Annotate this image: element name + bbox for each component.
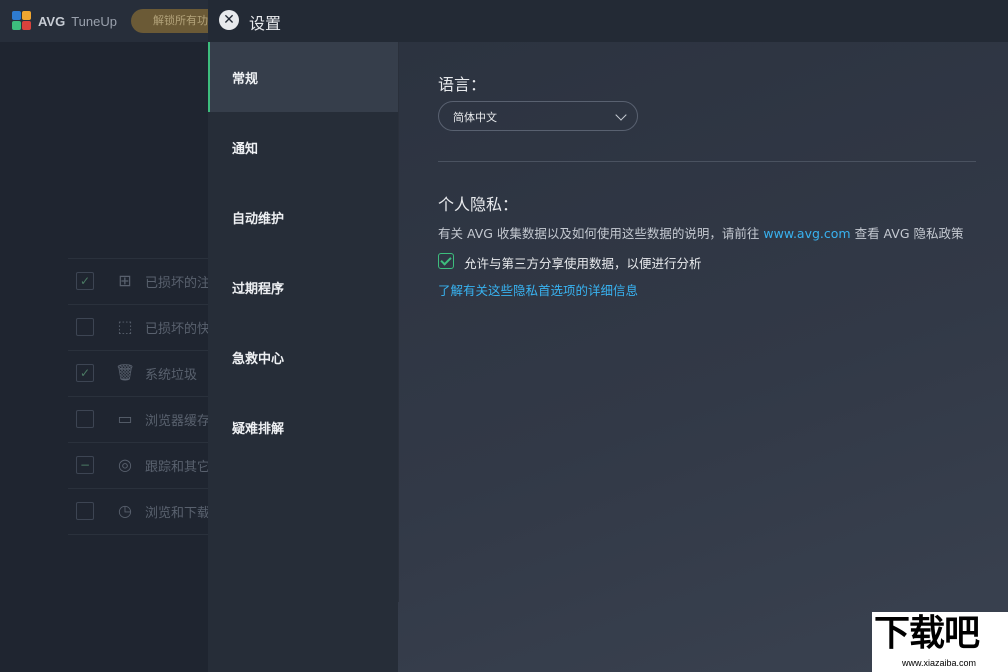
watermark-logo-text: 下载吧 bbox=[874, 613, 980, 654]
logo-product: TuneUp bbox=[71, 13, 117, 29]
logo-brand: AVG bbox=[38, 13, 66, 29]
item-label: 浏览器缓存 bbox=[145, 414, 211, 429]
list-item[interactable]: ✓ ⊞ 已损坏的注 bbox=[68, 258, 218, 305]
language-heading: 语言： bbox=[438, 75, 487, 94]
history-icon: ◷ bbox=[118, 501, 132, 520]
avg-logo: AVG TuneUp bbox=[12, 11, 117, 31]
item-checkbox[interactable]: − bbox=[76, 456, 94, 474]
list-item[interactable]: ✓ 🗑 系统垃圾 bbox=[68, 351, 218, 397]
background-cleanup-list: ✓ ⊞ 已损坏的注 ⬚ 已损坏的快 ✓ 🗑 系统垃圾 ▭ 浏览器缓存 − ◎ 跟… bbox=[68, 258, 218, 535]
sidebar-item-outdated-programs[interactable]: 过期程序 bbox=[208, 252, 398, 322]
item-checkbox[interactable] bbox=[76, 410, 94, 428]
settings-sidebar: 常规 通知 自动维护 过期程序 急救中心 疑难排解 bbox=[208, 42, 398, 672]
shortcut-icon: ⬚ bbox=[117, 317, 133, 336]
privacy-description: 有关 AVG 收集数据以及如何使用这些数据的说明，请前往 www.avg.com… bbox=[438, 223, 964, 242]
item-label: 已损坏的快 bbox=[145, 322, 211, 337]
browser-icon: ▭ bbox=[117, 409, 133, 428]
section-divider bbox=[438, 161, 976, 162]
privacy-heading: 个人隐私： bbox=[438, 195, 519, 214]
language-select-value: 简体中文 bbox=[453, 111, 497, 124]
list-item[interactable]: − ◎ 跟踪和其它 bbox=[68, 443, 218, 489]
sidebar-item-label: 疑难排解 bbox=[232, 422, 285, 437]
sidebar-item-auto-maintenance[interactable]: 自动维护 bbox=[208, 182, 398, 252]
content-divider bbox=[398, 42, 399, 602]
sidebar-item-troubleshooting[interactable]: 疑难排解 bbox=[208, 392, 398, 462]
item-label: 已损坏的注 bbox=[145, 276, 211, 291]
language-select[interactable]: 简体中文 bbox=[438, 101, 638, 131]
close-icon[interactable]: ✕ bbox=[219, 10, 239, 30]
chevron-down-icon bbox=[615, 109, 627, 121]
settings-title: 设置 bbox=[249, 14, 282, 33]
list-item[interactable]: ⬚ 已损坏的快 bbox=[68, 305, 218, 351]
privacy-desc-suffix: 查看 AVG 隐私政策 bbox=[850, 226, 964, 241]
item-label: 浏览和下载 bbox=[145, 506, 211, 521]
sidebar-item-label: 自动维护 bbox=[232, 212, 285, 227]
list-item[interactable]: ▭ 浏览器缓存 bbox=[68, 397, 218, 443]
avg-logo-icon bbox=[12, 11, 32, 31]
privacy-desc-prefix: 有关 AVG 收集数据以及如何使用这些数据的说明，请前往 bbox=[438, 226, 764, 241]
trash-icon: 🗑 bbox=[115, 363, 136, 382]
item-checkbox[interactable]: ✓ bbox=[76, 272, 94, 290]
privacy-details-link[interactable]: 了解有关这些隐私首选项的详细信息 bbox=[438, 280, 638, 299]
sidebar-item-general[interactable]: 常规 bbox=[208, 42, 398, 112]
item-checkbox[interactable] bbox=[76, 318, 94, 336]
settings-content-general: 语言： 简体中文 个人隐私： 有关 AVG 收集数据以及如何使用这些数据的说明，… bbox=[398, 42, 1008, 672]
target-icon: ◎ bbox=[118, 455, 132, 474]
apps-icon: ⊞ bbox=[118, 271, 132, 290]
sidebar-item-rescue-center[interactable]: 急救中心 bbox=[208, 322, 398, 392]
item-checkbox[interactable] bbox=[76, 502, 94, 520]
data-sharing-label[interactable]: 允许与第三方分享使用数据，以便进行分析 bbox=[464, 253, 702, 272]
sidebar-item-label: 通知 bbox=[232, 142, 259, 157]
list-item[interactable]: ◷ 浏览和下载 bbox=[68, 489, 218, 535]
data-sharing-checkbox[interactable] bbox=[438, 253, 454, 269]
settings-header bbox=[208, 0, 1008, 42]
site-watermark: 下载吧 www.xiazaiba.com bbox=[872, 612, 1008, 672]
item-label: 跟踪和其它 bbox=[145, 460, 211, 475]
avg-website-link[interactable]: www.avg.com bbox=[763, 226, 850, 241]
sidebar-item-label: 过期程序 bbox=[232, 282, 285, 297]
watermark-url: www.xiazaiba.com bbox=[902, 658, 977, 668]
item-label: 系统垃圾 bbox=[145, 368, 198, 383]
sidebar-item-label: 常规 bbox=[232, 72, 259, 87]
sidebar-item-notifications[interactable]: 通知 bbox=[208, 112, 398, 182]
item-checkbox[interactable]: ✓ bbox=[76, 364, 94, 382]
sidebar-item-label: 急救中心 bbox=[232, 352, 285, 367]
